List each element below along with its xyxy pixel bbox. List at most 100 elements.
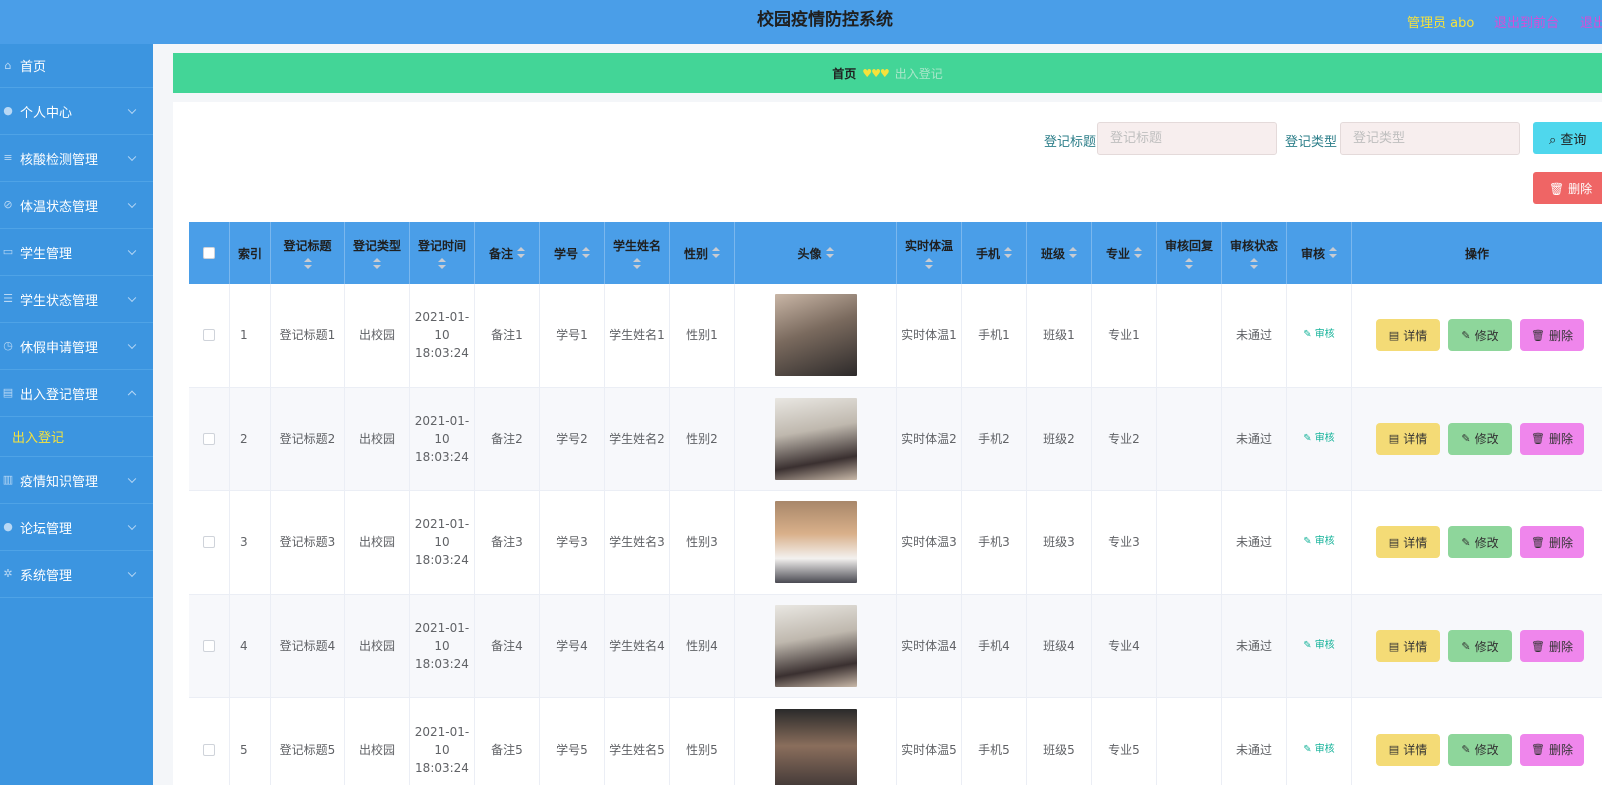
sort-icon[interactable] — [1329, 247, 1337, 259]
edit-button[interactable]: ✎ 修改 — [1448, 733, 1512, 766]
sidebar-item-temperature[interactable]: ⊘ 体温状态管理 — [0, 182, 153, 229]
sort-icon[interactable] — [925, 257, 933, 270]
sidebar-item-system[interactable]: ✲ 系统管理 — [0, 551, 153, 598]
header-gender[interactable]: 性别 — [670, 222, 735, 284]
search-button-label: 查询 — [1560, 132, 1587, 148]
cell-index: 5 — [230, 698, 271, 785]
sidebar-item-students[interactable]: ▭ 学生管理 — [0, 229, 153, 276]
edit-button[interactable]: ✎ 修改 — [1448, 319, 1512, 352]
delete-button[interactable]: 🗑 删除 — [1520, 422, 1584, 455]
sort-icon[interactable] — [1069, 247, 1077, 259]
detail-button[interactable]: ▤ 详情 — [1376, 630, 1440, 663]
audit-link[interactable]: ✎ 审核 — [1303, 637, 1334, 655]
audit-link[interactable]: ✎ 审核 — [1303, 533, 1334, 551]
header-time[interactable]: 登记时间 — [410, 222, 475, 284]
title-search-input[interactable] — [1097, 122, 1277, 155]
cell-type: 出校园 — [345, 284, 410, 387]
delete-button[interactable]: 🗑 删除 — [1520, 319, 1584, 352]
detail-button-label: 详情 — [1403, 535, 1428, 550]
header-audit[interactable]: 审核 — [1287, 222, 1352, 284]
delete-button-label: 删除 — [1548, 535, 1573, 550]
sort-icon[interactable] — [1185, 257, 1193, 270]
sidebar-item-forum[interactable]: ● 论坛管理 — [0, 504, 153, 551]
delete-button[interactable]: 🗑 删除 — [1520, 526, 1584, 559]
cell-note: 备注4 — [475, 594, 540, 698]
sidebar-item-student-status[interactable]: ☰ 学生状态管理 — [0, 276, 153, 323]
sort-icon[interactable] — [582, 247, 590, 259]
cell-time: 2021-01-10 18:03:24 — [410, 698, 475, 785]
avatar-image[interactable] — [774, 397, 857, 480]
detail-button[interactable]: ▤ 详情 — [1376, 733, 1440, 766]
sort-icon[interactable] — [712, 247, 720, 259]
logout-link[interactable]: 退出登录 — [1580, 12, 1602, 31]
trash-icon: 🗑 — [1531, 432, 1545, 446]
row-checkbox[interactable] — [203, 432, 215, 445]
submenu-item-entry-exit-register[interactable]: 出入登记 — [0, 417, 153, 457]
detail-button[interactable]: ▤ 详情 — [1376, 422, 1440, 455]
sort-icon[interactable] — [633, 257, 641, 270]
edit-button[interactable]: ✎ 修改 — [1448, 630, 1512, 663]
sidebar-item-epidemic-knowledge[interactable]: ▥ 疫情知识管理 — [0, 457, 153, 504]
cell-audit-status: 未通过 — [1222, 594, 1287, 698]
avatar-image[interactable] — [774, 501, 857, 584]
exit-to-front-link[interactable]: 退出到前台 — [1494, 12, 1559, 31]
header-type[interactable]: 登记类型 — [345, 222, 410, 284]
header-audit-status[interactable]: 审核状态 — [1222, 222, 1287, 284]
sort-icon[interactable] — [373, 257, 381, 270]
sort-icon[interactable] — [517, 247, 525, 259]
sidebar-item-nucleic-test[interactable]: ≡ 核酸检测管理 — [0, 135, 153, 182]
header-major[interactable]: 专业 — [1092, 222, 1157, 284]
header-temperature[interactable]: 实时体温 — [897, 222, 962, 284]
edit-button[interactable]: ✎ 修改 — [1448, 422, 1512, 455]
sort-icon[interactable] — [1250, 257, 1258, 270]
cell-student-no: 学号5 — [540, 698, 605, 785]
row-checkbox[interactable] — [203, 329, 215, 342]
search-button[interactable]: ⌕ 查询 — [1533, 122, 1602, 154]
sort-icon[interactable] — [303, 257, 312, 270]
audit-link[interactable]: ✎ 审核 — [1303, 430, 1334, 448]
cell-student-no: 学号4 — [540, 594, 605, 698]
trash-icon: 🗑 — [1531, 328, 1545, 342]
row-checkbox[interactable] — [203, 743, 215, 756]
audit-link[interactable]: ✎ 审核 — [1303, 741, 1334, 759]
header-avatar[interactable]: 头像 — [735, 222, 897, 284]
cell-audit-status: 未通过 — [1222, 284, 1287, 387]
row-checkbox[interactable] — [203, 536, 215, 549]
avatar-cell — [735, 594, 897, 698]
detail-button-label: 详情 — [1403, 432, 1428, 447]
header-title[interactable]: 登记标题 — [271, 222, 345, 284]
breadcrumb-home[interactable]: 首页 — [832, 65, 856, 82]
sort-icon[interactable] — [1004, 247, 1012, 259]
cell-title: 登记标题3 — [271, 491, 345, 594]
type-search-input[interactable] — [1340, 122, 1520, 155]
sidebar-item-leave[interactable]: ◷ 休假申请管理 — [0, 323, 153, 370]
header-audit-reply[interactable]: 审核回复 — [1157, 222, 1222, 284]
header-phone[interactable]: 手机 — [962, 222, 1027, 284]
file-icon: ▤ — [1388, 432, 1400, 446]
header-note[interactable]: 备注 — [475, 222, 540, 284]
detail-button[interactable]: ▤ 详情 — [1376, 526, 1440, 559]
clock-icon: ◷ — [3, 339, 13, 352]
avatar-image[interactable] — [774, 605, 857, 688]
sort-icon[interactable] — [1134, 247, 1142, 259]
sort-icon[interactable] — [438, 257, 446, 270]
avatar-image[interactable] — [774, 708, 857, 785]
sort-icon[interactable] — [825, 247, 834, 259]
edit-button[interactable]: ✎ 修改 — [1448, 526, 1512, 559]
row-checkbox[interactable] — [203, 640, 215, 653]
batch-delete-button[interactable]: 🗑 删除 — [1533, 172, 1602, 204]
audit-link[interactable]: ✎ 审核 — [1303, 326, 1334, 344]
header-class[interactable]: 班级 — [1027, 222, 1092, 284]
select-all-checkbox[interactable] — [203, 247, 215, 259]
select-all-header — [189, 222, 230, 284]
cell-phone: 手机3 — [962, 491, 1027, 594]
delete-button[interactable]: 🗑 删除 — [1520, 630, 1584, 663]
sidebar-item-entry-exit[interactable]: ▤ 出入登记管理 — [0, 370, 153, 417]
detail-button[interactable]: ▤ 详情 — [1376, 319, 1440, 352]
delete-button[interactable]: 🗑 删除 — [1520, 733, 1584, 766]
header-student-no[interactable]: 学号 — [540, 222, 605, 284]
header-student-name[interactable]: 学生姓名 — [605, 222, 670, 284]
sidebar-item-home[interactable]: ⌂ 首页 — [0, 44, 153, 88]
sidebar-item-personal-center[interactable]: ● 个人中心 — [0, 88, 153, 135]
avatar-image[interactable] — [774, 294, 857, 377]
